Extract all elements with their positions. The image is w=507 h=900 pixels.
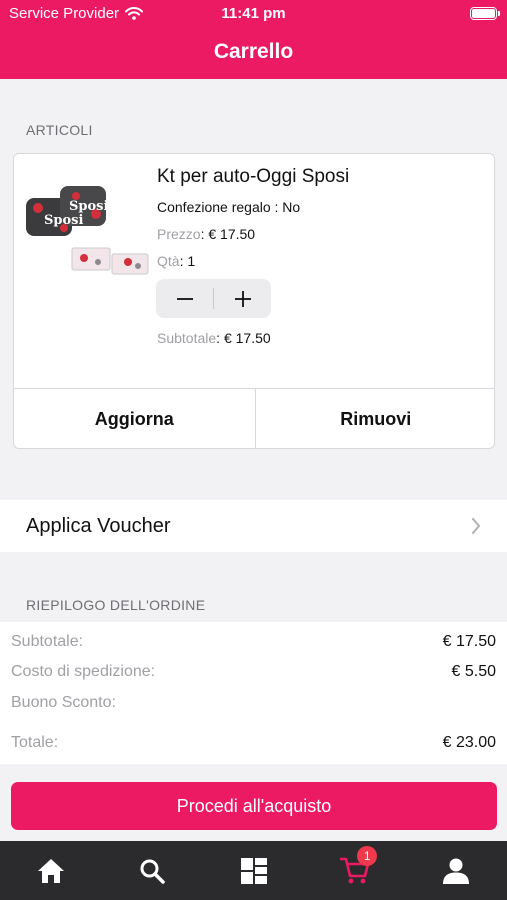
summary-total-value: € 23.00	[442, 734, 496, 751]
tab-home[interactable]	[0, 841, 101, 900]
qty-line: Qtà: 1	[157, 253, 195, 269]
item-subtotal-value: : € 17.50	[216, 330, 271, 346]
summary-row-discount: Buono Sconto:	[11, 694, 496, 712]
home-icon	[37, 858, 64, 883]
top-bar: Service Provider 11:41 pm Carrello	[0, 0, 507, 79]
summary-section-label: RIEPILOGO DELL'ORDINE	[26, 597, 206, 613]
battery-icon	[470, 7, 500, 20]
order-summary: Subtotale: € 17.50 Costo di spedizione: …	[0, 622, 507, 764]
quantity-stepper	[156, 279, 271, 318]
remove-button[interactable]: Rimuovi	[254, 389, 495, 448]
update-button[interactable]: Aggiorna	[14, 389, 255, 448]
articles-section-label: ARTICOLI	[26, 122, 93, 138]
increment-button[interactable]	[214, 279, 271, 318]
profile-icon	[443, 858, 470, 884]
page-title: Carrello	[213, 40, 294, 63]
chevron-right-icon	[472, 518, 480, 534]
gift-wrap-label: Confezione regalo	[157, 199, 271, 215]
product-name: Kt per auto-Oggi Sposi	[157, 166, 350, 187]
gift-wrap-line: Confezione regalo : No	[157, 199, 300, 215]
summary-row-subtotal: Subtotale: € 17.50	[11, 633, 496, 651]
cart-badge: 1	[357, 846, 378, 866]
voucher-label: Applica Voucher	[26, 514, 171, 537]
summary-row-total: Totale: € 23.00	[11, 734, 496, 752]
product-image: Sposi Sposi	[26, 186, 149, 275]
status-time: 11:41 pm	[221, 5, 286, 22]
summary-subtotal-value: € 17.50	[442, 633, 496, 650]
cart-item-card: Sposi Sposi Kt per auto-Oggi Sposi Confe…	[13, 153, 495, 449]
item-subtotal-label: Subtotale	[157, 330, 217, 346]
gift-wrap-value: : No	[274, 199, 301, 215]
qty-value: : 1	[179, 253, 196, 269]
categories-icon	[240, 857, 267, 884]
minus-icon	[176, 297, 193, 300]
plus-icon	[234, 290, 251, 307]
summary-discount-label: Buono Sconto:	[11, 694, 116, 711]
summary-shipping-label: Costo di spedizione:	[11, 663, 156, 680]
subtotal-line: Subtotale: € 17.50	[157, 330, 271, 346]
tab-bar: 1	[0, 841, 507, 900]
product-image-text: Sposi	[44, 213, 83, 228]
decrement-button[interactable]	[156, 279, 213, 318]
checkout-button[interactable]: Procedi all'acquisto	[11, 782, 497, 830]
tab-cart[interactable]: 1	[304, 841, 405, 900]
search-icon	[140, 859, 165, 884]
summary-row-shipping: Costo di spedizione: € 5.50	[11, 663, 496, 681]
qty-label: Qtà	[157, 253, 180, 269]
tab-profile[interactable]	[406, 841, 507, 900]
price-label: Prezzo	[157, 226, 201, 242]
summary-shipping-value: € 5.50	[451, 663, 496, 680]
price-line: Prezzo: € 17.50	[157, 226, 255, 242]
tab-search[interactable]	[101, 841, 202, 900]
apply-voucher-row[interactable]: Applica Voucher	[0, 500, 507, 552]
summary-subtotal-label: Subtotale:	[11, 633, 84, 650]
tab-categories[interactable]	[203, 841, 304, 900]
summary-total-label: Totale:	[11, 734, 59, 751]
price-value: : € 17.50	[200, 226, 256, 242]
product-image-text-2: Sposi	[69, 199, 108, 214]
card-actions: Aggiorna Rimuovi	[14, 388, 495, 448]
